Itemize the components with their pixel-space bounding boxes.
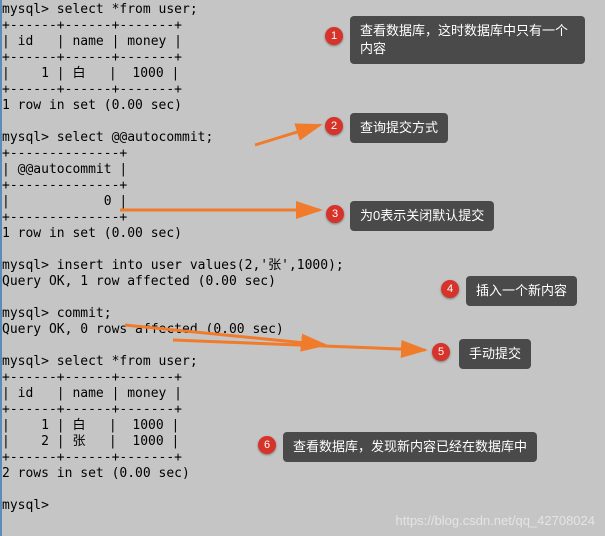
callout-3: 为0表示关闭默认提交 <box>350 201 494 231</box>
callout-1: 查看数据库，这时数据库中只有一个内容 <box>350 16 585 64</box>
badge-3: 3 <box>326 205 344 223</box>
callout-4: 插入一个新内容 <box>466 276 577 306</box>
badge-4: 4 <box>441 280 459 298</box>
badge-2: 2 <box>325 117 343 135</box>
callout-5: 手动提交 <box>459 339 531 369</box>
badge-6: 6 <box>258 436 276 454</box>
badge-5: 5 <box>432 343 450 361</box>
callout-6: 查看数据库，发现新内容已经在数据库中 <box>283 432 537 462</box>
badge-1: 1 <box>325 27 343 45</box>
watermark: https://blog.csdn.net/qq_42708024 <box>396 513 596 528</box>
callout-2: 查询提交方式 <box>350 113 448 143</box>
